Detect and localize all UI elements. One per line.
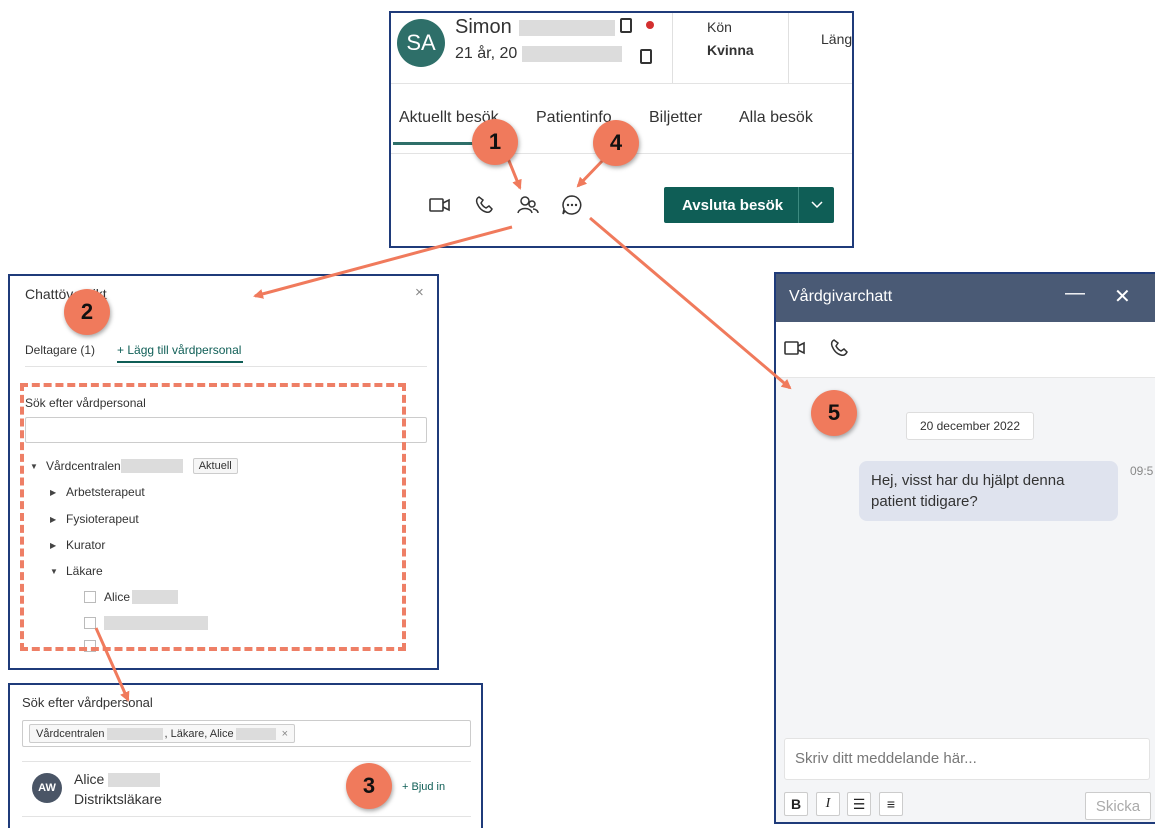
gender-value: Kvinna	[707, 42, 754, 58]
selected-staff-chip: Vårdcentralen , Läkare, Alice ×	[29, 724, 296, 743]
chat-message: Hej, visst har du hjälpt denna patient t…	[859, 461, 1118, 521]
phone-icon[interactable]	[472, 193, 496, 217]
date-separator: 20 december 2022	[906, 412, 1034, 440]
redacted-surname	[108, 773, 161, 788]
redacted-surname	[235, 727, 276, 740]
chat-title: Vårdgivarchatt	[789, 288, 893, 305]
annotation-badge-1: 1	[472, 119, 518, 165]
patient-age: 21 år, 20	[455, 45, 622, 63]
annotation-badge-4: 4	[593, 120, 639, 166]
staff-role: Distriktsläkare	[74, 791, 162, 807]
send-button[interactable]: Skicka	[1085, 792, 1151, 820]
tab-add-staff[interactable]: + Lägg till vårdpersonal	[117, 343, 241, 357]
invite-button[interactable]: + Bjud in	[402, 781, 445, 793]
patient-name: Simon	[455, 16, 616, 39]
copy-id-icon[interactable]	[640, 49, 652, 64]
selected-staff-field[interactable]: Vårdcentralen , Läkare, Alice ×	[22, 720, 471, 747]
chat-toolbar	[776, 322, 1155, 378]
caregiver-chat-panel: Vårdgivarchatt — ✕ 20 december 2022 Hej,…	[774, 272, 1155, 824]
divider	[22, 816, 471, 817]
chat-overview-panel: Chattöversikt × Deltagare (1) + Lägg til…	[8, 274, 439, 670]
remove-chip-icon[interactable]: ×	[282, 728, 288, 740]
close-icon[interactable]: ✕	[1114, 284, 1131, 309]
status-dot-icon	[646, 21, 654, 29]
redacted-surname	[519, 19, 616, 36]
tabs-divider	[25, 366, 427, 367]
staff-search-panel: Sök efter vårdpersonal Vårdcentralen , L…	[8, 683, 483, 828]
annotation-badge-5: 5	[811, 390, 857, 436]
chat-body: 20 december 2022 Hej, visst har du hjälp…	[776, 378, 1155, 822]
message-input[interactable]: Skriv ditt meddelande här...	[784, 738, 1150, 780]
tab-all-visits[interactable]: Alla besök	[739, 109, 813, 127]
participants-icon[interactable]	[516, 193, 540, 217]
highlight-dashed-box	[20, 383, 406, 651]
search-label: Sök efter vårdpersonal	[22, 695, 153, 710]
divider	[22, 761, 471, 762]
length-label: Läng	[821, 31, 853, 47]
phone-icon[interactable]	[829, 338, 849, 363]
staff-name: Alice	[74, 771, 161, 788]
patient-avatar: SA	[397, 19, 445, 67]
video-icon[interactable]	[428, 193, 452, 217]
annotation-badge-2: 2	[64, 289, 110, 335]
chevron-down-icon[interactable]	[799, 201, 834, 209]
divider	[788, 13, 789, 83]
annotation-badge-3: 3	[346, 763, 392, 809]
header-divider	[391, 83, 852, 84]
video-icon[interactable]	[784, 340, 806, 361]
avatar: AW	[32, 773, 62, 803]
active-tab-indicator	[117, 361, 243, 363]
end-visit-button[interactable]: Avsluta besök	[664, 187, 834, 223]
close-icon[interactable]: ×	[415, 284, 424, 301]
minimize-icon[interactable]: —	[1065, 282, 1085, 305]
bullet-list-button[interactable]: ☰	[847, 792, 871, 816]
chat-header: Vårdgivarchatt — ✕	[776, 274, 1155, 322]
divider	[672, 13, 673, 83]
bold-button[interactable]: B	[784, 792, 808, 816]
italic-button[interactable]: I	[816, 792, 840, 816]
tab-tickets[interactable]: Biljetter	[649, 109, 702, 127]
tab-participants[interactable]: Deltagare (1)	[25, 343, 95, 357]
gender-label: Kön	[707, 19, 732, 35]
chat-icon[interactable]	[560, 193, 584, 217]
redacted-id	[521, 45, 622, 62]
copy-name-icon[interactable]	[620, 18, 632, 33]
redacted-unit	[106, 727, 163, 740]
numbered-list-button[interactable]: ≡	[879, 792, 903, 816]
message-time: 09:5	[1130, 464, 1154, 478]
tab-patient-info[interactable]: Patientinfo	[536, 109, 612, 127]
